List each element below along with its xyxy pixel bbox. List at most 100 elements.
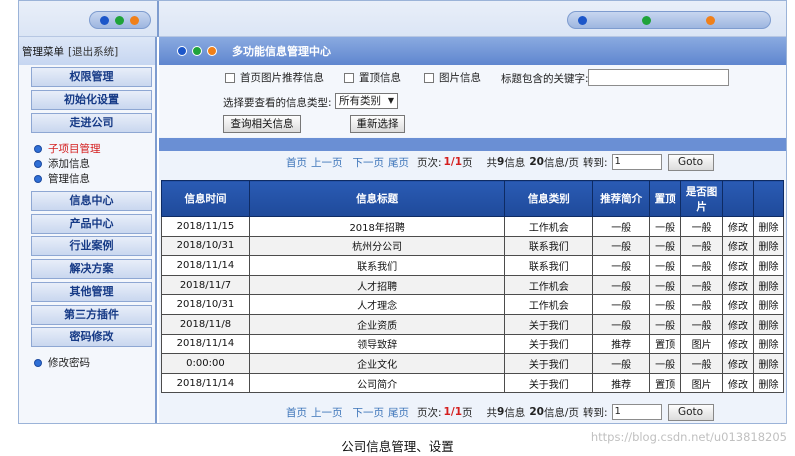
- sidebar-subitem-change-password[interactable]: 修改密码: [34, 355, 90, 370]
- delete-link[interactable]: 删除: [752, 353, 785, 374]
- cell-time: 2018/10/31: [161, 294, 250, 315]
- cell-recommend: 一般: [592, 353, 651, 374]
- pager-first-link[interactable]: 首页: [286, 405, 307, 420]
- sidebar-item-plugins[interactable]: 第三方插件: [31, 305, 152, 325]
- pager-prev-link[interactable]: 上一页: [311, 405, 343, 420]
- pager-goto-button[interactable]: Goto: [667, 403, 714, 421]
- type-select[interactable]: 所有类别 ▼: [335, 93, 398, 109]
- sidebar-item-cases[interactable]: 行业案例: [31, 236, 152, 256]
- cell-pinned: 一般: [649, 255, 682, 276]
- reset-button[interactable]: 重新选择: [350, 115, 405, 133]
- pager-page-current: 1/1: [443, 406, 462, 418]
- checkbox-box[interactable]: [424, 72, 434, 83]
- cell-category: 联系我们: [504, 255, 594, 276]
- app-window: 管理菜单 [退出系统] 权限管理 初始化设置 走进公司 子项目管理 添加信息 管…: [18, 0, 787, 424]
- figure-caption: 公司信息管理、设置: [341, 439, 454, 454]
- edit-link[interactable]: 修改: [722, 274, 754, 296]
- delete-link[interactable]: 删除: [752, 372, 785, 394]
- sidebar-subitem-project-admin[interactable]: 子项目管理: [34, 141, 101, 156]
- main-panel: 多功能信息管理中心 首页图片推荐信息 置顶信息 图片信息 标题包含的关键字: 选…: [159, 37, 786, 423]
- delete-link[interactable]: 删除: [752, 333, 785, 355]
- menu-title: 管理菜单: [22, 45, 64, 58]
- edit-link[interactable]: 修改: [722, 255, 754, 276]
- sidebar-item-info-center[interactable]: 信息中心: [31, 191, 152, 211]
- table-row: 2018/11/14 领导致辞 关于我们 推荐 置顶 图片 修改 删除: [161, 333, 785, 355]
- delete-link[interactable]: 删除: [752, 216, 785, 237]
- pager-page-suffix: 页: [462, 156, 473, 169]
- delete-link[interactable]: 删除: [752, 313, 785, 335]
- cell-title: 领导致辞: [248, 333, 506, 355]
- pager-prev-link[interactable]: 上一页: [311, 155, 343, 170]
- cell-title: 公司简介: [248, 372, 506, 394]
- sidebar-item-init-settings[interactable]: 初始化设置: [31, 90, 152, 110]
- sidebar-item-password[interactable]: 密码修改: [31, 327, 152, 347]
- sidebar-item-permissions[interactable]: 权限管理: [31, 67, 152, 87]
- filter-pinned-checkbox[interactable]: 置顶信息: [344, 70, 401, 85]
- column-header: 置顶: [649, 180, 682, 217]
- sidebar-subitem-label: 管理信息: [48, 173, 90, 185]
- pager-per-page: 20: [529, 156, 544, 168]
- edit-link[interactable]: 修改: [722, 235, 754, 257]
- pager-per-page-suffix: 信息/页: [543, 406, 579, 419]
- filter-image-checkbox[interactable]: 图片信息: [424, 70, 481, 85]
- pager-goto-input[interactable]: 1: [611, 154, 662, 170]
- pager-next-link[interactable]: 下一页: [353, 155, 385, 170]
- edit-link[interactable]: 修改: [722, 216, 754, 237]
- pager-per-page-suffix: 信息/页: [543, 156, 579, 169]
- sidebar-item-other[interactable]: 其他管理: [31, 282, 152, 302]
- bullet-icon: [34, 174, 42, 183]
- cell-pinned: 一般: [649, 216, 682, 237]
- pagination-bottom: 首页 上一页 下一页 尾页 页次: 1/1 页 共 9 信息 20 信息/页 转…: [159, 403, 786, 421]
- cell-title: 人才招聘: [248, 274, 506, 296]
- sidebar-item-products[interactable]: 产品中心: [31, 214, 152, 234]
- query-button[interactable]: 查询相关信息: [223, 115, 301, 133]
- table-row: 2018/11/8 企业资质 关于我们 一般 一般 一般 修改 删除: [161, 313, 785, 335]
- cell-recommend: 一般: [592, 216, 651, 237]
- pager-last-link[interactable]: 尾页: [388, 155, 409, 170]
- pager-first-link[interactable]: 首页: [286, 155, 307, 170]
- pager-last-link[interactable]: 尾页: [388, 405, 409, 420]
- table-body: 2018/11/15 2018年招聘 工作机会 一般 一般 一般 修改 删除 2018/10/3…: [161, 216, 785, 394]
- filter-homepage-image-checkbox[interactable]: 首页图片推荐信息: [225, 70, 324, 85]
- pager-next-link[interactable]: 下一页: [353, 405, 385, 420]
- sidebar-subitem-manage-info[interactable]: 管理信息: [34, 171, 90, 186]
- sidebar-item-solutions[interactable]: 解决方案: [31, 259, 152, 279]
- edit-link[interactable]: 修改: [722, 313, 754, 335]
- cell-pinned: 一般: [649, 235, 682, 257]
- blue-dot-icon: [177, 46, 187, 56]
- pager-page-label: 页次:: [417, 406, 442, 419]
- table-header-row: 信息时间 信息标题 信息类别 推荐简介 置顶 是否图片: [161, 180, 785, 217]
- cell-time: 2018/11/15: [161, 216, 250, 237]
- delete-link[interactable]: 删除: [752, 255, 785, 276]
- bullet-icon: [34, 159, 42, 168]
- cell-time: 2018/11/14: [161, 372, 250, 394]
- edit-link[interactable]: 修改: [722, 372, 754, 394]
- logout-link[interactable]: [退出系统]: [68, 44, 118, 59]
- cell-pinned: 一般: [649, 313, 682, 335]
- type-select-value: 所有类别: [339, 95, 381, 107]
- sidebar-subitem-label: 子项目管理: [48, 143, 101, 155]
- top-header: [19, 1, 786, 37]
- edit-link[interactable]: 修改: [722, 333, 754, 355]
- cell-recommend: 一般: [592, 294, 651, 315]
- checkbox-box[interactable]: [344, 72, 354, 83]
- page-title: 多功能信息管理中心: [232, 45, 331, 58]
- delete-link[interactable]: 删除: [752, 235, 785, 257]
- cell-category: 关于我们: [504, 313, 594, 335]
- pager-goto-input[interactable]: 1: [611, 404, 662, 420]
- header-decoration-right: [567, 11, 771, 29]
- cell-pinned: 置顶: [649, 372, 682, 394]
- sidebar-item-company[interactable]: 走进公司: [31, 113, 152, 133]
- pager-page-label: 页次:: [417, 156, 442, 169]
- cell-time: 2018/10/31: [161, 235, 250, 257]
- edit-link[interactable]: 修改: [722, 294, 754, 315]
- orange-dot-icon: [130, 16, 139, 25]
- delete-link[interactable]: 删除: [752, 274, 785, 296]
- sidebar-subitem-add-info[interactable]: 添加信息: [34, 156, 90, 171]
- pager-goto-button[interactable]: Goto: [667, 153, 714, 171]
- cell-title: 企业文化: [248, 353, 506, 374]
- edit-link[interactable]: 修改: [722, 353, 754, 374]
- checkbox-box[interactable]: [225, 72, 235, 83]
- delete-link[interactable]: 删除: [752, 294, 785, 315]
- keyword-input[interactable]: [588, 69, 729, 86]
